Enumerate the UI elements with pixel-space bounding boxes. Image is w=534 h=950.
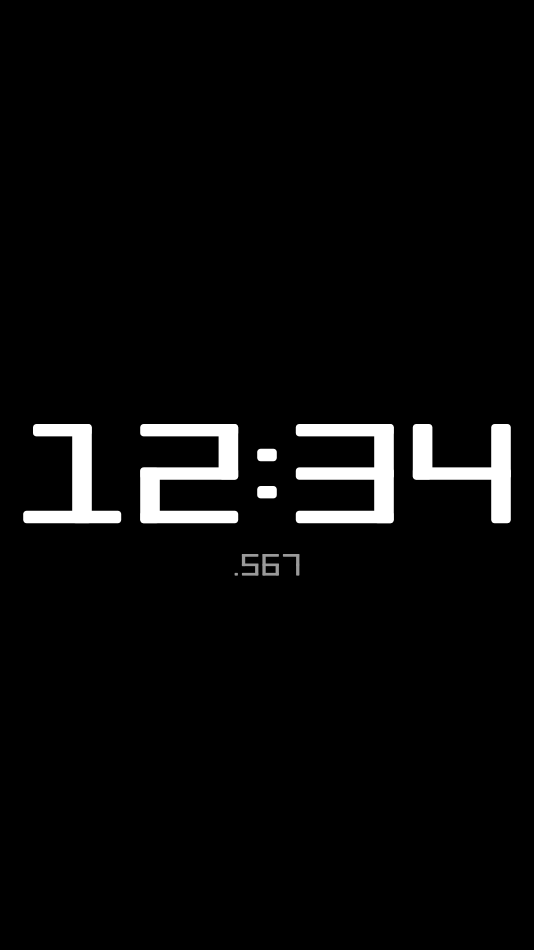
digit-seven-glyph (282, 554, 300, 576)
glyph-segment (23, 510, 122, 524)
digit-four-glyph (412, 424, 511, 524)
glyph-segment (257, 448, 277, 462)
decimal-point-glyph (234, 572, 238, 576)
glyph-segment (491, 467, 511, 524)
clock-screen: 12:34 .567 (0, 0, 534, 950)
colon-glyph (257, 448, 277, 499)
glyph-segment (296, 563, 300, 576)
time-display (23, 424, 511, 524)
digit-one-glyph (23, 424, 122, 524)
digit-two-glyph (140, 424, 239, 524)
digit-three-glyph (295, 424, 394, 524)
digit-six-glyph (262, 554, 279, 576)
glyph-segment (140, 510, 239, 524)
clock-display (23, 424, 511, 576)
digit-five-glyph (241, 554, 259, 576)
glyph-segment (234, 572, 238, 576)
fraction-display (234, 554, 300, 576)
glyph-segment (72, 424, 92, 524)
glyph-segment (295, 510, 394, 524)
glyph-segment (257, 486, 277, 499)
glyph-segment (241, 572, 259, 576)
glyph-segment (275, 563, 279, 576)
